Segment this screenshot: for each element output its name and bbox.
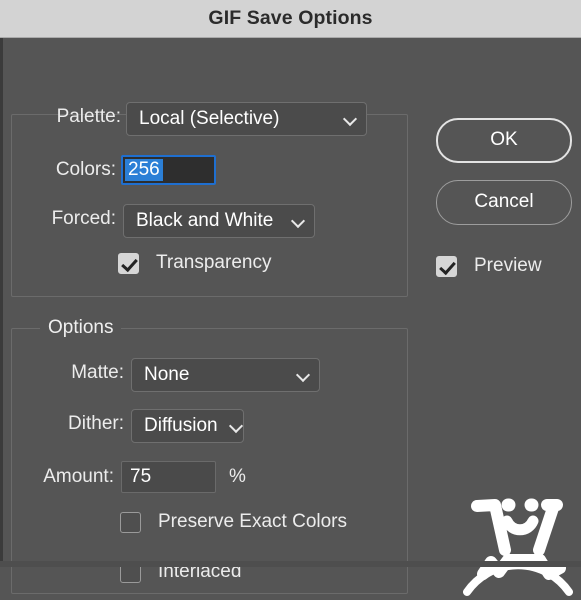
dither-select[interactable]: Diffusion bbox=[131, 409, 244, 443]
forced-select[interactable]: Black and White bbox=[123, 204, 315, 238]
amount-unit-label: % bbox=[229, 466, 246, 487]
amount-label: Amount: bbox=[43, 466, 114, 487]
palette-label: Palette: bbox=[56, 106, 121, 127]
palette-select-value: Local (Selective) bbox=[139, 107, 280, 129]
preserve-exact-colors-label: Preserve Exact Colors bbox=[158, 511, 348, 532]
forced-label: Forced: bbox=[51, 208, 116, 229]
ok-button[interactable]: OK bbox=[436, 118, 572, 163]
chevron-down-icon bbox=[228, 418, 244, 434]
forced-select-value: Black and White bbox=[136, 209, 274, 231]
colors-input-value: 256 bbox=[125, 159, 163, 181]
cancel-button[interactable]: Cancel bbox=[436, 180, 572, 225]
dither-label: Dither: bbox=[68, 413, 124, 434]
preserve-exact-colors-checkbox[interactable] bbox=[120, 511, 141, 533]
watermark-logo-icon bbox=[463, 498, 573, 596]
amount-input-value: 75 bbox=[130, 465, 152, 487]
colors-input[interactable]: 256 bbox=[121, 155, 216, 185]
preview-checkbox[interactable] bbox=[436, 255, 457, 277]
amount-input[interactable]: 75 bbox=[121, 461, 216, 493]
dialog-titlebar: GIF Save Options bbox=[0, 0, 581, 38]
dialog-title: GIF Save Options bbox=[208, 7, 373, 29]
gif-save-options-dialog: GIF Save Options Palette: Local (Selecti… bbox=[0, 0, 581, 596]
dither-select-value: Diffusion bbox=[144, 414, 218, 436]
transparency-checkbox[interactable] bbox=[118, 252, 139, 274]
chevron-down-icon bbox=[295, 367, 311, 383]
palette-select[interactable]: Local (Selective) bbox=[126, 102, 367, 136]
options-group-legend: Options bbox=[40, 317, 122, 339]
transparency-checkbox-row[interactable]: Transparency bbox=[118, 252, 271, 274]
chevron-down-icon bbox=[342, 111, 358, 127]
transparency-label: Transparency bbox=[156, 252, 272, 273]
ok-button-label: OK bbox=[490, 129, 518, 150]
colors-label: Colors: bbox=[55, 159, 116, 180]
matte-select-value: None bbox=[144, 363, 190, 385]
preview-label: Preview bbox=[474, 255, 542, 276]
cancel-button-label: Cancel bbox=[474, 191, 534, 212]
preserve-exact-colors-checkbox-row[interactable]: Preserve Exact Colors bbox=[120, 511, 347, 533]
chevron-down-icon bbox=[290, 213, 306, 229]
matte-label: Matte: bbox=[71, 362, 124, 383]
dialog-body: Palette: Local (Selective) Colors: 256 F… bbox=[0, 38, 581, 596]
matte-select[interactable]: None bbox=[131, 358, 320, 392]
dialog-bottom-edge bbox=[0, 561, 581, 567]
preview-checkbox-row[interactable]: Preview bbox=[436, 255, 542, 277]
